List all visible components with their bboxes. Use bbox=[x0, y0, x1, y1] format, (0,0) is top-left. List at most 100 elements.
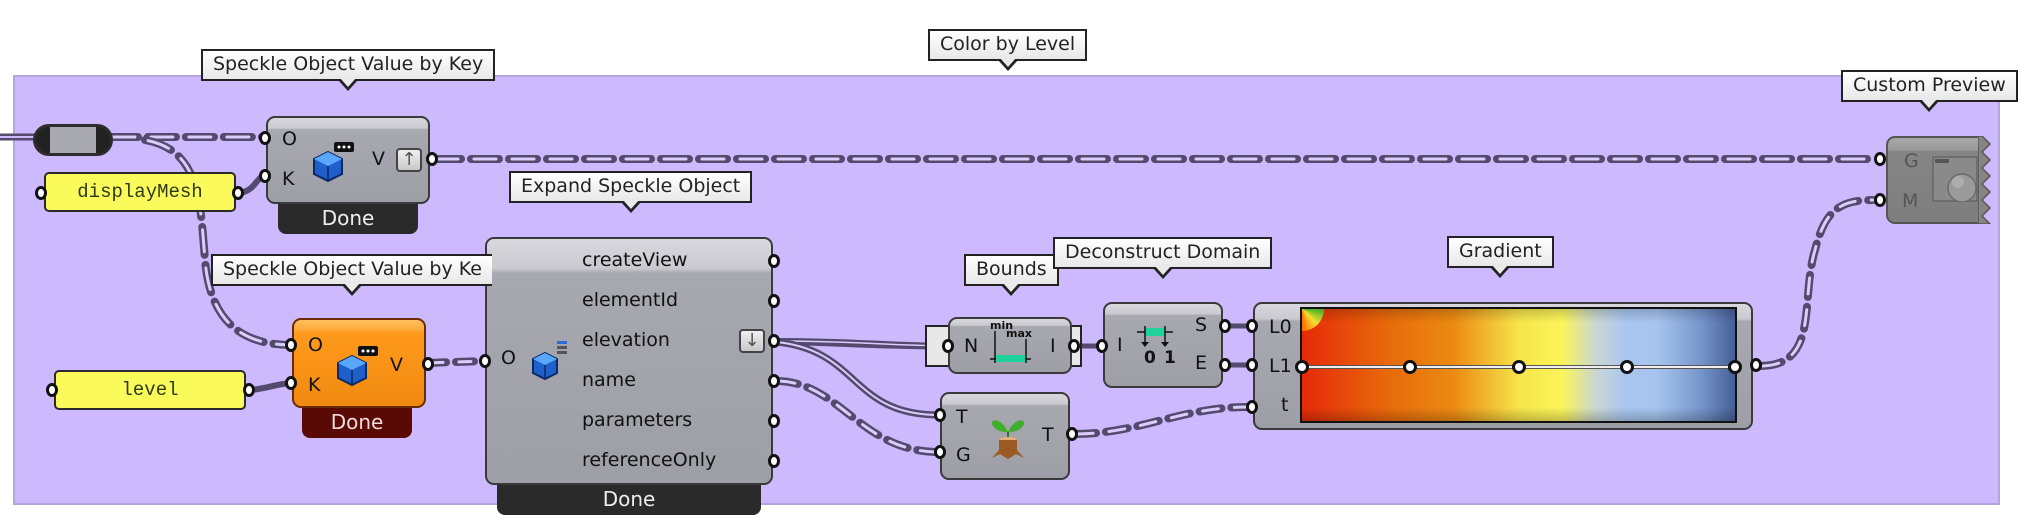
deconstruct-output-s-port[interactable] bbox=[1219, 319, 1231, 333]
expand-tooltip: Expand Speckle Object bbox=[509, 171, 753, 213]
deconstruct-output-e-port[interactable] bbox=[1219, 358, 1231, 372]
gradient-input-l0-port[interactable] bbox=[1246, 319, 1258, 333]
gradient-input-l1-port[interactable] bbox=[1246, 358, 1258, 372]
panel-display-mesh-input-port[interactable] bbox=[35, 186, 47, 200]
panel-level[interactable]: level bbox=[54, 370, 246, 410]
value-by-key-component-2[interactable]: O K V bbox=[292, 318, 426, 408]
bounds-component[interactable]: N min max I bbox=[948, 317, 1072, 374]
vbk1-status: Done bbox=[278, 202, 418, 234]
gradient-tooltip-text: Gradient bbox=[1459, 240, 1542, 262]
vbk1-input-k-port[interactable] bbox=[259, 169, 271, 183]
speckle-expand-icon bbox=[532, 341, 567, 381]
arrow-down-icon[interactable]: ↓ bbox=[739, 329, 765, 353]
bounds-output-i-port[interactable] bbox=[1068, 339, 1080, 353]
deconstruct-icon-label-1: 1 bbox=[1164, 348, 1176, 368]
bounds-output-i-label: I bbox=[1050, 335, 1056, 357]
expand-output-elevation-port[interactable] bbox=[768, 334, 780, 348]
vbk2-input-k-port[interactable] bbox=[285, 376, 297, 390]
graft-output-t-port[interactable] bbox=[1066, 427, 1078, 441]
vbk2-output-v-port[interactable] bbox=[422, 357, 434, 371]
vbk1-input-k-label: K bbox=[282, 168, 295, 190]
expand-speckle-object-component[interactable]: O createView elementId elevation name pa… bbox=[485, 237, 773, 485]
graft-tree-icon bbox=[991, 420, 1025, 459]
expand-input-o-port[interactable] bbox=[479, 354, 491, 368]
graft-input-g-port[interactable] bbox=[934, 445, 946, 459]
graft-input-t-label: T bbox=[956, 406, 968, 428]
gradient-input-l0-label: L0 bbox=[1269, 316, 1292, 338]
deconstruct-output-e-label: E bbox=[1195, 352, 1208, 374]
bounds-icon-max: max bbox=[1006, 327, 1032, 340]
bounds-icon: min max bbox=[990, 319, 1032, 363]
expand-output-referenceonly-label: referenceOnly bbox=[582, 449, 717, 471]
deconstruct-tooltip-text: Deconstruct Domain bbox=[1065, 241, 1261, 263]
bounds-input-n-label: N bbox=[964, 335, 979, 357]
panel-level-output-port[interactable] bbox=[243, 383, 255, 397]
bounds-input-n-port[interactable] bbox=[942, 339, 954, 353]
expand-output-name-port[interactable] bbox=[768, 374, 780, 388]
gradient-input-t-label: t bbox=[1281, 394, 1289, 416]
value-by-key-component-1[interactable]: O K V ↑ bbox=[266, 116, 430, 204]
graft-output-t-label: T bbox=[1042, 424, 1054, 446]
deconstruct-domain-component[interactable]: I 0 1 S E bbox=[1103, 302, 1223, 388]
graft-input-g-label: G bbox=[956, 444, 971, 466]
graft-tree-component[interactable]: T G T bbox=[940, 392, 1070, 480]
vbk1-output-v-label: V bbox=[372, 148, 385, 170]
gradient-output-port[interactable] bbox=[1750, 358, 1762, 372]
expand-status: Done bbox=[497, 483, 761, 515]
vbk2-output-v-label: V bbox=[390, 354, 403, 376]
gradient-grip-4[interactable] bbox=[1728, 360, 1742, 374]
expand-output-elementid-label: elementId bbox=[582, 289, 679, 311]
panel-level-text: level bbox=[121, 379, 179, 401]
gradient-input-t-port[interactable] bbox=[1246, 400, 1258, 414]
deconstruct-icon-label-0: 0 bbox=[1144, 348, 1156, 368]
expand-tooltip-text: Expand Speckle Object bbox=[521, 175, 741, 197]
preview-input-m-label: M bbox=[1902, 190, 1919, 212]
vbk2-status-text: Done bbox=[330, 410, 384, 434]
vbk1-output-v-port[interactable] bbox=[426, 152, 438, 166]
vbk1-input-o-port[interactable] bbox=[259, 131, 271, 145]
deconstruct-input-i-port[interactable] bbox=[1096, 339, 1108, 353]
gradient-grip-0[interactable] bbox=[1295, 360, 1309, 374]
vbk2-status: Done bbox=[302, 406, 412, 438]
arrow-up-icon[interactable]: ↑ bbox=[396, 148, 422, 172]
graft-input-t-port[interactable] bbox=[934, 408, 946, 422]
panel-display-mesh[interactable]: displayMesh bbox=[44, 172, 236, 212]
panel-display-mesh-output-port[interactable] bbox=[232, 186, 244, 200]
vbk1-input-o-label: O bbox=[282, 128, 297, 150]
speckle-cube-icon bbox=[337, 346, 378, 387]
vbk2-input-o-port[interactable] bbox=[285, 338, 297, 352]
expand-output-name-label: name bbox=[582, 369, 636, 391]
preview-zigzag-edge bbox=[1978, 136, 1992, 224]
custom-preview-icon bbox=[1932, 156, 1978, 202]
expand-output-parameters-port[interactable] bbox=[768, 414, 780, 428]
speckle-cube-icon bbox=[313, 142, 354, 183]
custom-preview-component[interactable]: G M bbox=[1886, 136, 1992, 224]
vbk2-tooltip: Speckle Object Value by Ke bbox=[211, 254, 492, 296]
vbk2-input-k-label: K bbox=[308, 374, 321, 396]
group-title: Color by Level bbox=[940, 33, 1076, 55]
vbk1-status-text: Done bbox=[321, 206, 375, 230]
expand-output-referenceonly-port[interactable] bbox=[768, 454, 780, 468]
expand-output-createview-label: createView bbox=[582, 249, 688, 271]
custom-preview-tooltip: Custom Preview bbox=[1841, 70, 2018, 112]
expand-output-elevation-label: elevation bbox=[582, 329, 670, 351]
deconstruct-input-i-label: I bbox=[1117, 334, 1123, 356]
panel-level-input-port[interactable] bbox=[46, 383, 58, 397]
vbk1-tooltip: Speckle Object Value by Key bbox=[201, 49, 496, 91]
preview-input-m-port[interactable] bbox=[1874, 193, 1886, 207]
gradient-grip-2[interactable] bbox=[1511, 360, 1526, 374]
preview-input-g-port[interactable] bbox=[1874, 152, 1886, 166]
deconstruct-output-s-label: S bbox=[1195, 314, 1208, 336]
gradient-input-l1-label: L1 bbox=[1269, 355, 1292, 377]
relay-component[interactable] bbox=[33, 124, 113, 156]
gradient-grip-3[interactable] bbox=[1619, 360, 1634, 374]
gradient-display[interactable] bbox=[1295, 307, 1742, 423]
group-title-tooltip: Color by Level bbox=[928, 29, 1088, 71]
vbk2-input-o-label: O bbox=[308, 334, 323, 356]
gradient-tooltip: Gradient bbox=[1447, 236, 1554, 278]
deconstruct-tooltip: Deconstruct Domain bbox=[1053, 237, 1273, 279]
bounds-tooltip: Bounds bbox=[964, 254, 1059, 296]
expand-output-elementid-port[interactable] bbox=[768, 294, 780, 308]
expand-output-createview-port[interactable] bbox=[768, 254, 780, 268]
vbk2-tooltip-text: Speckle Object Value by Ke bbox=[223, 258, 482, 280]
